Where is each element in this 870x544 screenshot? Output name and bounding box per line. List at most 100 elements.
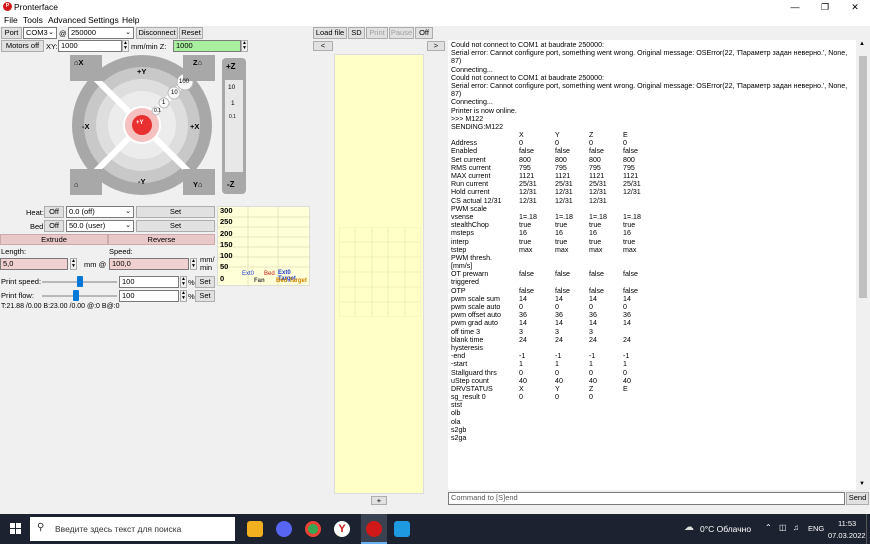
bed-select[interactable]: 50.0 (user) ⌄ <box>66 220 134 232</box>
menu-tools[interactable]: Tools <box>23 15 43 25</box>
close-icon[interactable]: ✕ <box>840 0 870 14</box>
menu-advanced[interactable]: Advanced <box>48 15 86 25</box>
xy-feedrate-stepper[interactable]: ▲ ▼ <box>122 40 129 52</box>
print-speed-slider-thumb[interactable] <box>76 276 83 287</box>
length-stepper[interactable]: ▲ ▼ <box>70 258 77 270</box>
baud-select[interactable]: 250000 ⌄ <box>68 27 134 39</box>
collapse-left-button[interactable]: < <box>313 41 333 51</box>
status-line: T:21.88 /0.00 B:23.00 /0.00 @:0 B@:0 <box>1 303 120 310</box>
bed-off-button[interactable]: Off <box>44 220 64 232</box>
z-step-0-1-label[interactable]: 0.1 <box>229 114 236 120</box>
console-scrollbar[interactable]: ▲ ▼ <box>857 40 869 490</box>
home-x-icon[interactable]: ⌂X <box>74 58 84 67</box>
jog-plus-x-button[interactable]: +X <box>190 122 199 131</box>
console-cell: pwm grad auto <box>451 319 498 328</box>
console-cell: -end <box>451 352 466 361</box>
port-select[interactable]: COM3 ⌄ <box>23 27 57 39</box>
print-button[interactable]: Print <box>366 27 388 39</box>
disconnect-button[interactable]: Disconnect <box>136 27 178 39</box>
motors-off-button[interactable]: Motors off <box>1 40 44 52</box>
step-100-label[interactable]: 100 <box>179 79 189 85</box>
home-all-icon[interactable]: ⌂ <box>74 180 79 189</box>
reverse-button[interactable]: Reverse <box>108 234 215 245</box>
weather-text[interactable]: 0°C Облачно <box>700 524 751 534</box>
jog-center-label[interactable]: +Y <box>136 120 144 126</box>
network-icon[interactable]: ◫ <box>779 523 787 532</box>
print-speed-stepper[interactable]: ▲ ▼ <box>180 276 187 288</box>
heat-select[interactable]: 0.0 (off) ⌄ <box>66 206 134 218</box>
chrome-icon[interactable] <box>305 521 321 537</box>
console-line: Serial error: Cannot configure port, som… <box>451 82 856 90</box>
print-speed-input[interactable]: 100 <box>119 276 179 288</box>
port-button[interactable]: Port <box>1 27 22 39</box>
jog-minus-z-button[interactable]: -Z <box>227 180 235 189</box>
console-cell: 0 <box>519 303 523 311</box>
taskbar-search[interactable]: ⚲ Введите здесь текст для поиска <box>30 517 235 541</box>
console-cell: false <box>623 286 638 295</box>
step-1-label[interactable]: 1 <box>162 100 165 106</box>
pause-button[interactable]: Pause <box>389 27 414 39</box>
z-step-10-label[interactable]: 10 <box>228 84 235 91</box>
speed-input[interactable]: 100,0 <box>109 258 189 270</box>
home-z-icon[interactable]: Z⌂ <box>193 58 202 67</box>
reset-button[interactable]: Reset <box>179 27 203 39</box>
show-desktop-button[interactable] <box>866 514 870 544</box>
extrude-button[interactable]: Extrude <box>0 234 108 245</box>
discord-icon[interactable] <box>276 521 292 537</box>
yandex-browser-icon[interactable]: Y <box>334 521 350 537</box>
jog-plus-z-button[interactable]: +Z <box>226 62 236 71</box>
off-button[interactable]: Off <box>415 27 433 39</box>
send-button[interactable]: Send <box>846 492 869 505</box>
print-flow-slider-thumb[interactable] <box>72 290 79 301</box>
console-log[interactable]: Could not connect to COM1 at baudrate 25… <box>448 40 856 490</box>
jog-minus-x-button[interactable]: -X <box>82 122 90 131</box>
console-cell: false <box>589 147 604 156</box>
xy-feedrate-input[interactable]: 1000 <box>58 40 122 52</box>
volume-icon[interactable]: ♫ <box>793 523 799 532</box>
command-input[interactable]: Command to [S]end <box>448 492 845 505</box>
bed-set-button[interactable]: Set <box>136 220 215 232</box>
print-flow-stepper[interactable]: ▲ ▼ <box>180 290 187 302</box>
windows-start-icon[interactable] <box>10 523 22 535</box>
z-step-1-label[interactable]: 1 <box>231 100 235 107</box>
print-preview[interactable] <box>334 54 424 494</box>
sd-button[interactable]: SD <box>348 27 365 39</box>
jog-plus-y-button[interactable]: +Y <box>137 67 146 76</box>
jog-minus-y-button[interactable]: -Y <box>138 177 146 186</box>
step-0-1-label[interactable]: 0.1 <box>154 108 161 114</box>
z-feedrate-input[interactable]: 1000 <box>173 40 241 52</box>
length-input[interactable]: 5,0 <box>0 258 68 270</box>
home-y-icon[interactable]: Y⌂ <box>193 180 203 189</box>
menu-settings[interactable]: Settings <box>88 15 119 25</box>
preview-plus-button[interactable]: + <box>371 496 387 505</box>
print-flow-input[interactable]: 100 <box>119 290 179 302</box>
clock-time[interactable]: 11:53 <box>838 519 856 528</box>
scroll-down-icon[interactable]: ▼ <box>859 481 865 487</box>
heat-off-button[interactable]: Off <box>44 206 64 218</box>
maximize-icon[interactable]: ❐ <box>810 0 840 14</box>
collapse-right-button[interactable]: > <box>427 41 445 51</box>
print-speed-set-button[interactable]: Set <box>195 276 215 288</box>
menu-help[interactable]: Help <box>122 15 139 25</box>
heat-set-button[interactable]: Set <box>136 206 215 218</box>
speed-stepper[interactable]: ▲ ▼ <box>190 258 197 270</box>
pronterface-taskbar-button[interactable] <box>361 514 387 544</box>
menu-file[interactable]: File <box>4 15 18 25</box>
clock-date[interactable]: 07.03.2022 <box>828 531 866 540</box>
minimize-icon[interactable]: — <box>780 0 810 14</box>
scrollbar-thumb[interactable] <box>859 56 867 298</box>
z-feedrate-stepper[interactable]: ▲ ▼ <box>241 40 248 52</box>
scroll-up-icon[interactable]: ▲ <box>859 41 865 47</box>
console-cell: pwm offset auto <box>451 311 501 320</box>
load-file-button[interactable]: Load file <box>313 27 347 39</box>
z-jog-control[interactable]: +Z 10 1 0.1 -Z <box>222 58 246 194</box>
print-flow-set-button[interactable]: Set <box>195 290 215 302</box>
tray-chevron-icon[interactable]: ⌃ <box>765 523 772 532</box>
step-10-label[interactable]: 10 <box>171 90 178 96</box>
mm-at-label: mm @ <box>84 260 107 269</box>
console-line: -start 1 1 1 1 <box>451 360 856 368</box>
file-explorer-icon[interactable] <box>247 521 263 537</box>
app-c-icon[interactable] <box>394 521 410 537</box>
print-flow-slider[interactable] <box>42 295 117 297</box>
language-indicator[interactable]: ENG <box>808 524 824 533</box>
